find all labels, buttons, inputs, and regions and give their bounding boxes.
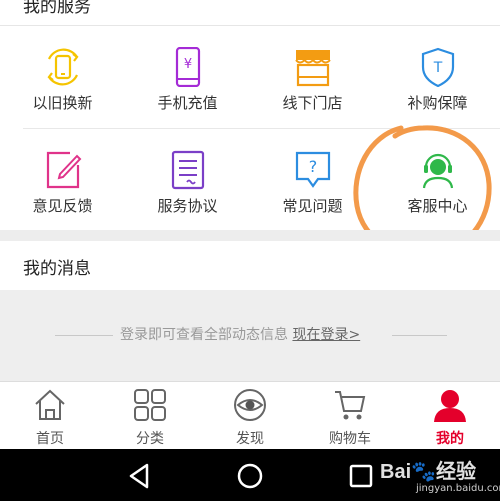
back-triangle-icon[interactable] — [125, 461, 155, 491]
service-agreement[interactable]: 服务协议 — [125, 130, 250, 230]
category-grid-icon — [134, 389, 166, 421]
svg-text:?: ? — [309, 157, 318, 176]
home-circle-icon[interactable] — [235, 461, 265, 491]
service-trade-in[interactable]: 以旧换新 — [0, 27, 125, 127]
section-gap — [0, 230, 500, 241]
watermark-logo: Bai🐾经验 — [380, 461, 477, 483]
messages-notice: 登录即可查看全部动态信息 现在登录> — [120, 324, 360, 344]
service-label: 手机充值 — [157, 94, 218, 112]
tab-label: 发现 — [236, 431, 264, 447]
tab-label: 分类 — [136, 431, 164, 447]
tab-category[interactable]: 分类 — [100, 382, 200, 450]
login-link[interactable]: 现在登录> — [292, 327, 360, 343]
messages-empty-area: 登录即可查看全部动态信息 现在登录> — [0, 290, 500, 381]
messages-notice-text: 登录即可查看全部动态信息 — [120, 327, 288, 343]
bottom-tab-bar: 首页 分类 发现 购物车 我的 — [0, 381, 500, 449]
baidu-jingyan-watermark: Bai🐾经验 jingyan.baidu.com — [380, 455, 500, 499]
tab-cart[interactable]: 购物车 — [300, 382, 400, 450]
service-feedback[interactable]: 意见反馈 — [0, 130, 125, 230]
svg-text:T: T — [433, 60, 443, 76]
svg-text:¥: ¥ — [184, 57, 192, 72]
service-offline-store[interactable]: 线下门店 — [250, 27, 375, 127]
phone-exchange-icon — [47, 48, 79, 86]
discover-eye-icon — [234, 389, 266, 421]
phone-recharge-icon: ¥ — [175, 47, 201, 87]
tab-label: 购物车 — [329, 431, 371, 447]
service-label: 服务协议 — [157, 197, 218, 215]
service-label: 补购保障 — [407, 94, 468, 112]
recent-apps-square-icon[interactable] — [346, 461, 376, 491]
messages-title: 我的消息 — [23, 259, 91, 279]
services-section-header: 我的服务 — [0, 0, 500, 26]
faq-question-icon: ? — [295, 151, 331, 188]
watermark-url: jingyan.baidu.com — [416, 483, 500, 494]
divider-line — [55, 335, 113, 336]
services-row-1: 以旧换新 ¥ 手机充值 线下门店 T 补购保障 — [0, 27, 500, 127]
home-icon — [35, 389, 65, 420]
tab-discover[interactable]: 发现 — [200, 382, 300, 450]
tab-mine[interactable]: 我的 — [400, 382, 500, 450]
services-title: 我的服务 — [23, 0, 91, 17]
service-label: 以旧换新 — [32, 94, 93, 112]
tab-home[interactable]: 首页 — [0, 382, 100, 450]
service-label: 线下门店 — [282, 94, 343, 112]
agreement-document-icon — [171, 150, 205, 190]
feedback-edit-icon — [46, 151, 82, 189]
messages-section-header: 我的消息 — [0, 241, 500, 290]
user-profile-icon — [434, 390, 466, 422]
service-label: 意见反馈 — [32, 197, 93, 215]
service-recharge[interactable]: ¥ 手机充值 — [125, 27, 250, 127]
shopping-cart-icon — [335, 391, 366, 420]
tab-label: 首页 — [36, 431, 64, 447]
store-icon — [295, 50, 331, 87]
shield-icon: T — [421, 47, 455, 87]
tab-label: 我的 — [436, 431, 464, 447]
divider-line — [392, 335, 447, 336]
service-protection[interactable]: T 补购保障 — [375, 27, 500, 127]
